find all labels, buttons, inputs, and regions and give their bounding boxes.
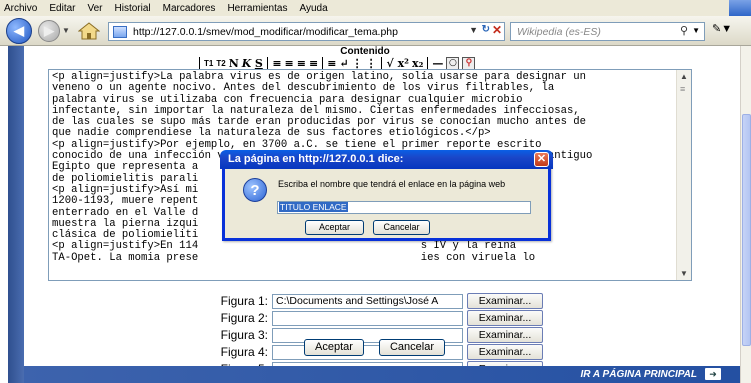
history-dropdown-icon[interactable]: ▼ <box>62 26 70 35</box>
throbber-icon <box>729 0 751 16</box>
menu-editar[interactable]: Editar <box>49 3 75 14</box>
page-favicon-icon <box>113 25 127 38</box>
cancel-button[interactable]: Cancelar <box>379 339 445 356</box>
figure-row: Figura 4: Examinar... <box>196 344 543 360</box>
menu-ayuda[interactable]: Ayuda <box>299 3 327 14</box>
refresh-icon[interactable]: ↻ <box>482 24 490 35</box>
link-name-input[interactable]: TITULO ENLACE <box>277 201 531 214</box>
link-name-value[interactable]: TITULO ENLACE <box>279 202 348 212</box>
accept-button[interactable]: Aceptar <box>304 339 364 356</box>
scroll-up-icon[interactable]: ▲ <box>680 72 688 81</box>
menu-bar: Archivo Editar Ver Historial Marcadores … <box>0 0 751 16</box>
figure-file-input[interactable] <box>272 310 463 326</box>
figure-row: Figura 3: Examinar... <box>196 327 543 343</box>
search-engine-dropdown-icon[interactable]: ▼ <box>692 26 700 35</box>
browse-button[interactable]: Examinar... <box>467 327 543 343</box>
menu-archivo[interactable]: Archivo <box>4 3 37 14</box>
search-placeholder: Wikipedia (es-ES) <box>517 25 601 38</box>
dialog-message: Escriba el nombre que tendrá el enlace e… <box>278 179 506 189</box>
content-line: veneno o un agente nocivo. Antes del des… <box>52 82 555 95</box>
search-bar[interactable]: Wikipedia (es-ES) ⚲ ▼ <box>510 22 705 41</box>
search-icon[interactable]: ⚲ <box>680 24 688 37</box>
forward-button[interactable]: ▶ <box>38 20 60 42</box>
page-side-bar <box>8 46 24 383</box>
dialog-close-icon[interactable]: ✕ <box>534 152 549 167</box>
figure-label: Figura 1: <box>220 294 268 308</box>
extension-icon[interactable]: ✎▼ <box>712 22 740 42</box>
figure-file-input[interactable]: C:\Documents and Settings\José A <box>272 293 463 309</box>
figure-label: Figura 4: <box>220 345 268 359</box>
url-dropdown-icon[interactable]: ▼ <box>469 25 478 35</box>
menu-ver[interactable]: Ver <box>87 3 102 14</box>
browse-button[interactable]: Examinar... <box>467 310 543 326</box>
scroll-down-icon[interactable]: ▼ <box>680 269 688 278</box>
footer-bar: IR A PÁGINA PRINCIPAL ➜ <box>24 366 740 383</box>
navigation-toolbar: ◀ ▶ ▼ http://127.0.0.1/smev/mod_modifica… <box>0 16 751 46</box>
back-button[interactable]: ◀ <box>6 18 32 44</box>
browse-button[interactable]: Examinar... <box>467 344 543 360</box>
textarea-scrollbar[interactable]: ▲ ≡ ▼ <box>676 70 691 280</box>
stop-icon[interactable]: ✕ <box>492 23 502 37</box>
dialog-accept-button[interactable]: Aceptar <box>305 220 364 235</box>
url-text[interactable]: http://127.0.0.1/smev/mod_modificar/modi… <box>133 26 398 38</box>
menu-marcadores[interactable]: Marcadores <box>163 3 216 14</box>
figure-label: Figura 2: <box>220 311 268 325</box>
page-scrollbar[interactable] <box>740 46 751 383</box>
figure-label: Figura 3: <box>220 328 268 342</box>
address-bar[interactable]: http://127.0.0.1/smev/mod_modificar/modi… <box>108 22 505 41</box>
dialog-title[interactable]: La página en http://127.0.0.1 dice: <box>220 150 553 169</box>
home-icon[interactable] <box>78 22 100 40</box>
menu-historial[interactable]: Historial <box>115 3 151 14</box>
question-icon: ? <box>243 178 267 202</box>
scroll-thumb-icon[interactable]: ≡ <box>680 84 685 94</box>
exit-icon[interactable]: ➜ <box>705 368 721 380</box>
figure-row: Figura 1: C:\Documents and Settings\José… <box>196 293 543 309</box>
page-scrollbar-thumb[interactable] <box>742 114 751 346</box>
menu-herramientas[interactable]: Herramientas <box>227 3 287 14</box>
figure-row: Figura 2: Examinar... <box>196 310 543 326</box>
content-line: TA-Opet. La momia prese ies con viruela … <box>52 251 536 264</box>
main-page-link[interactable]: IR A PÁGINA PRINCIPAL <box>581 369 697 380</box>
browse-button[interactable]: Examinar... <box>467 293 543 309</box>
dialog-cancel-button[interactable]: Cancelar <box>373 220 430 235</box>
